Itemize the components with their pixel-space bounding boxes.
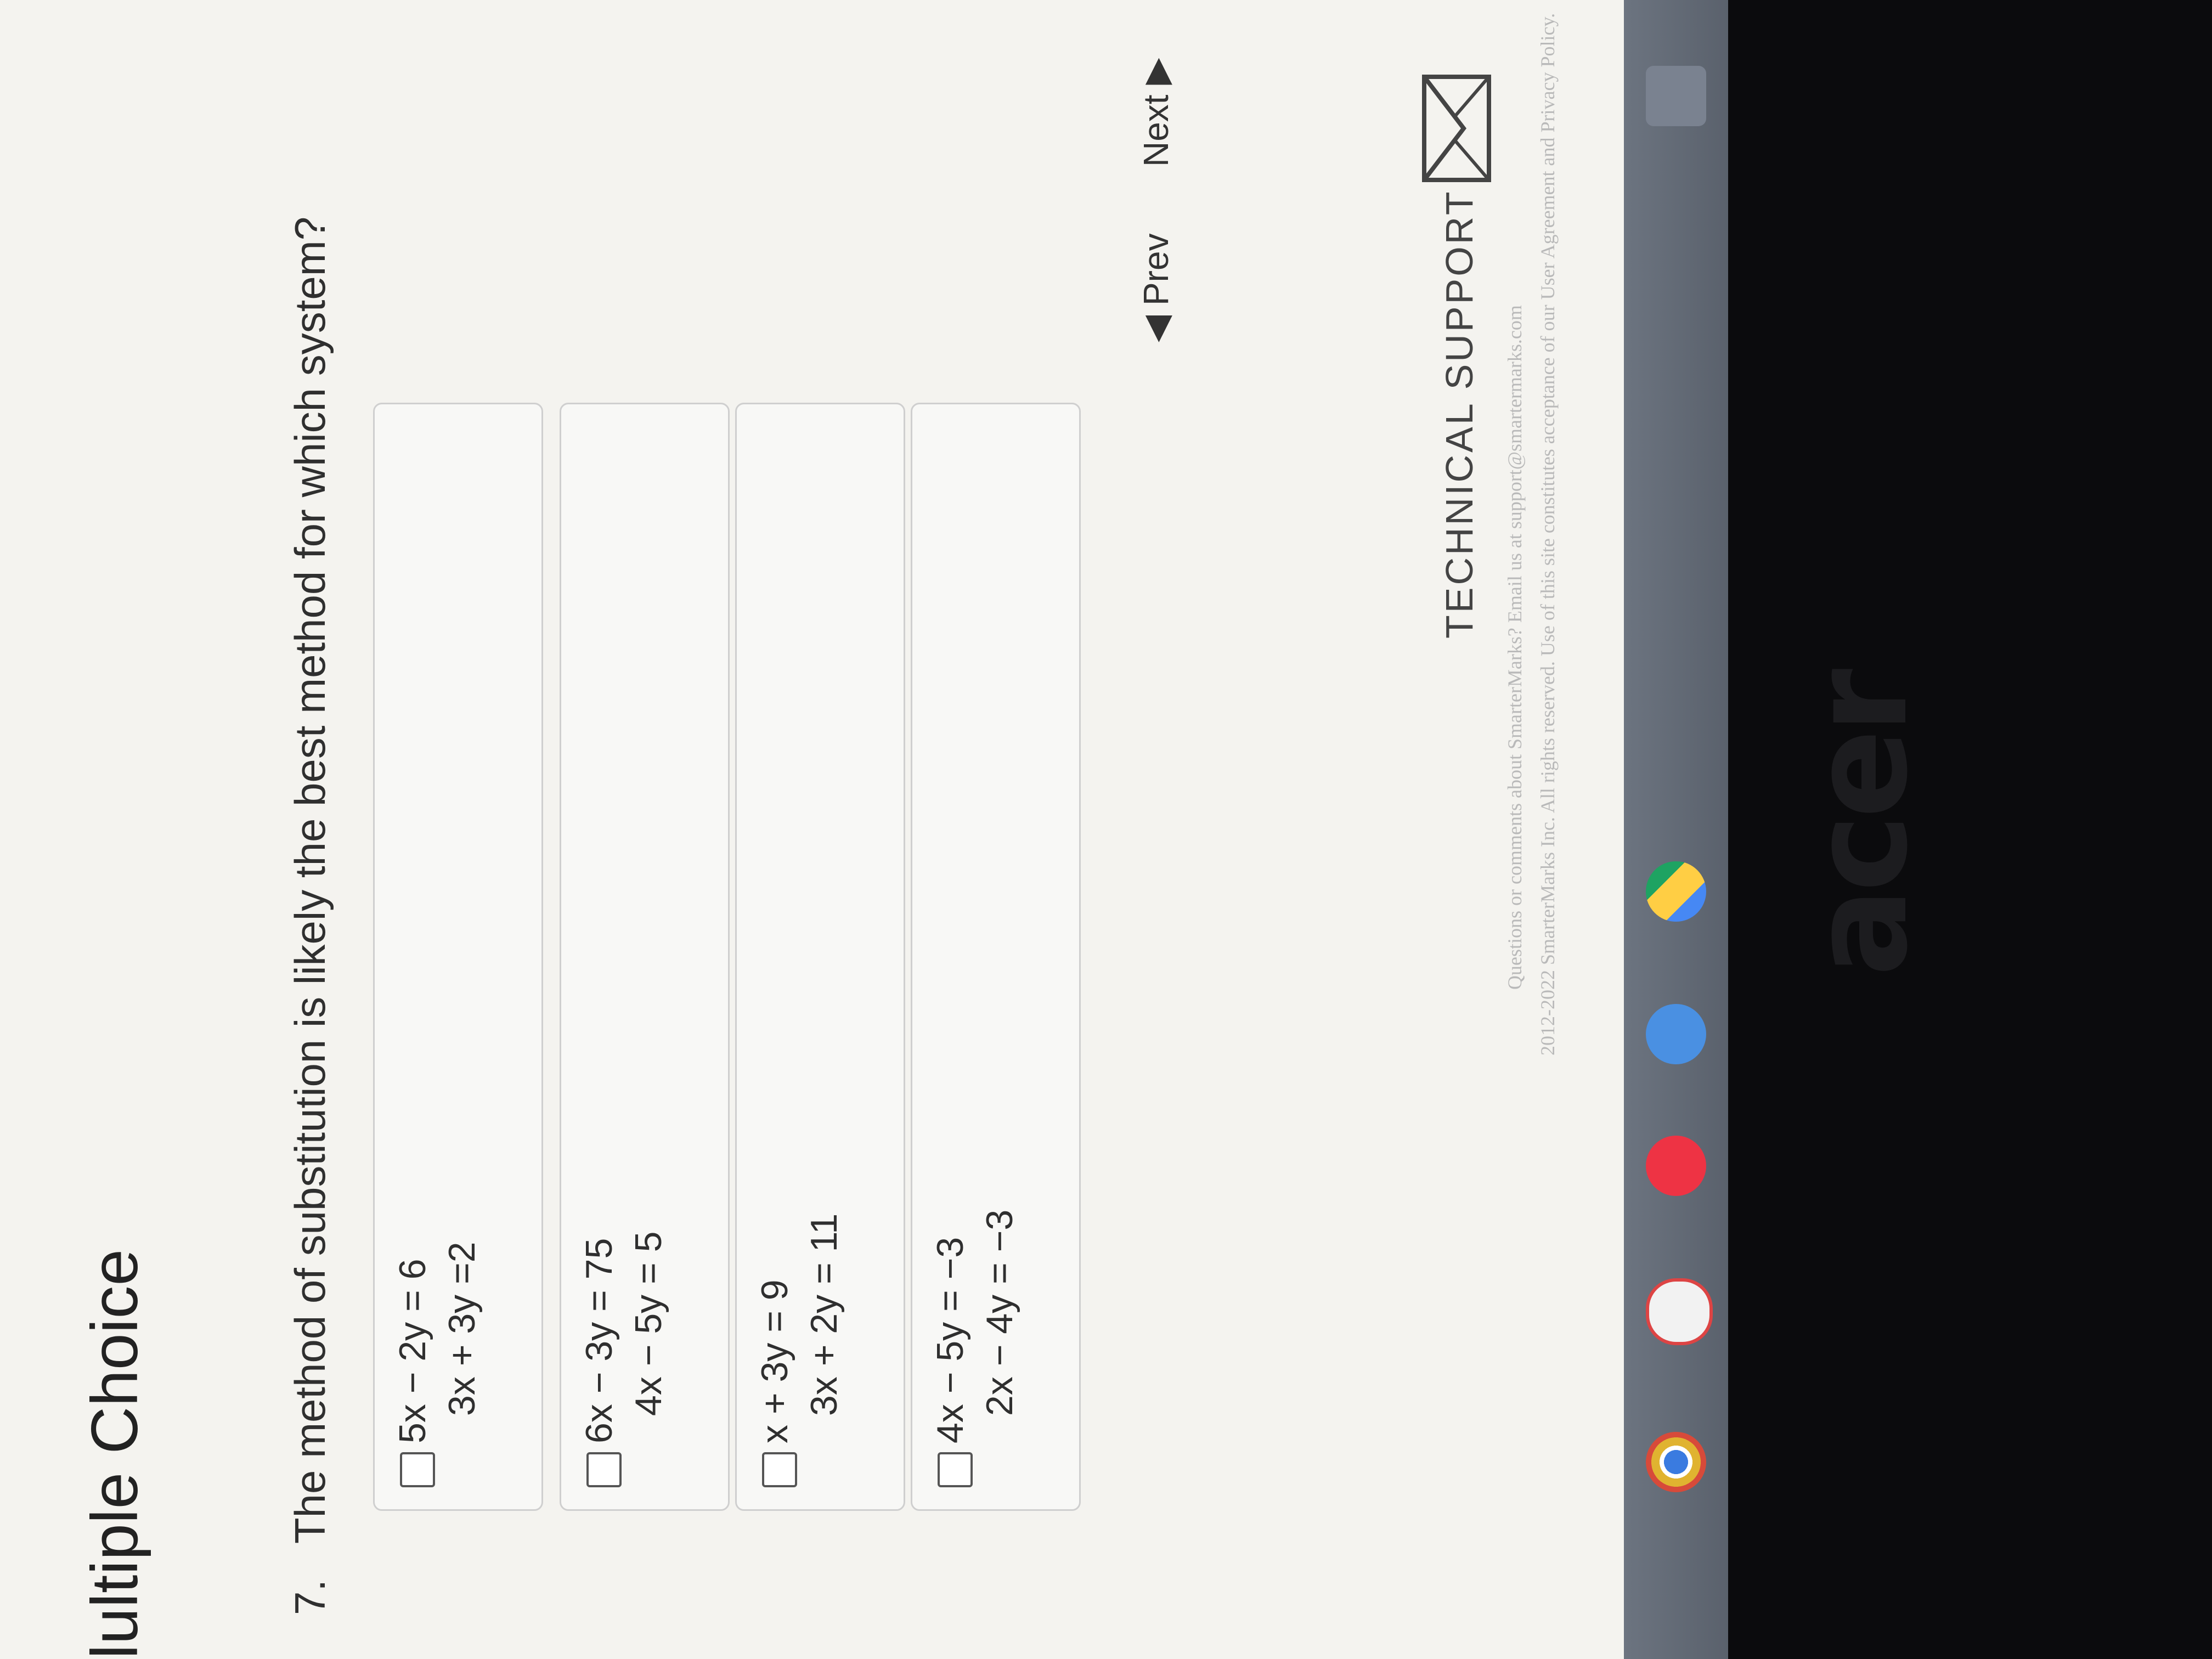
drive-icon[interactable]: [1646, 861, 1706, 922]
choice-d[interactable]: 4x − 5y = −3 2x − 4y = −3: [911, 403, 1081, 1511]
choice-equation-1: 5x − 2y = 6: [392, 1259, 433, 1443]
checkbox[interactable]: [586, 1452, 622, 1487]
question-number: 7.: [286, 1579, 334, 1615]
choice-equation-2: 3x + 2y = 11: [803, 1213, 845, 1416]
page-title: lultiple Choice: [78, 1249, 151, 1659]
copyright-text: 2012-2022 SmarterMarks Inc. All rights r…: [1537, 13, 1559, 1056]
choice-equation-1: x + 3y = 9: [754, 1279, 795, 1443]
docs-icon[interactable]: [1646, 1004, 1706, 1064]
envelope-icon[interactable]: [1421, 74, 1492, 183]
support-title: TECHNICAL SUPPORT: [1438, 189, 1481, 639]
next-button[interactable]: Next ▶: [1136, 58, 1177, 167]
taskbar: [1624, 0, 1728, 1659]
checkbox[interactable]: [400, 1452, 435, 1487]
browser-viewport: lultiple Choice 7. The method of substit…: [0, 0, 1624, 1659]
question-text: The method of substitution is likely the…: [286, 216, 334, 1544]
support-contact-text: Questions or comments about SmarterMarks…: [1504, 305, 1526, 990]
choice-b[interactable]: 6x − 3y = 75 4x − 5y = 5: [560, 403, 730, 1511]
choice-equation-2: 2x − 4y = −3: [979, 1209, 1020, 1416]
chrome-icon[interactable]: [1646, 1432, 1706, 1492]
choice-c[interactable]: x + 3y = 9 3x + 2y = 11: [735, 403, 905, 1511]
choice-equation-2: 4x − 5y = 5: [628, 1231, 669, 1416]
choice-equation-1: 6x − 3y = 75: [578, 1238, 620, 1443]
checkbox[interactable]: [938, 1452, 973, 1487]
youtube-icon[interactable]: [1646, 1136, 1706, 1196]
choice-equation-2: 3x + 3y =2: [441, 1242, 483, 1416]
prev-button[interactable]: ◀ Prev: [1136, 233, 1177, 342]
acer-logo: acer: [1783, 673, 1937, 977]
gmail-icon[interactable]: [1646, 1278, 1713, 1345]
choice-equation-1: 4x − 5y = −3: [929, 1237, 971, 1443]
checkbox[interactable]: [762, 1452, 797, 1487]
photo-scene: lultiple Choice 7. The method of substit…: [0, 0, 2212, 1659]
files-icon[interactable]: [1646, 66, 1706, 126]
choice-a[interactable]: 5x − 2y = 6 3x + 3y =2: [373, 403, 543, 1511]
